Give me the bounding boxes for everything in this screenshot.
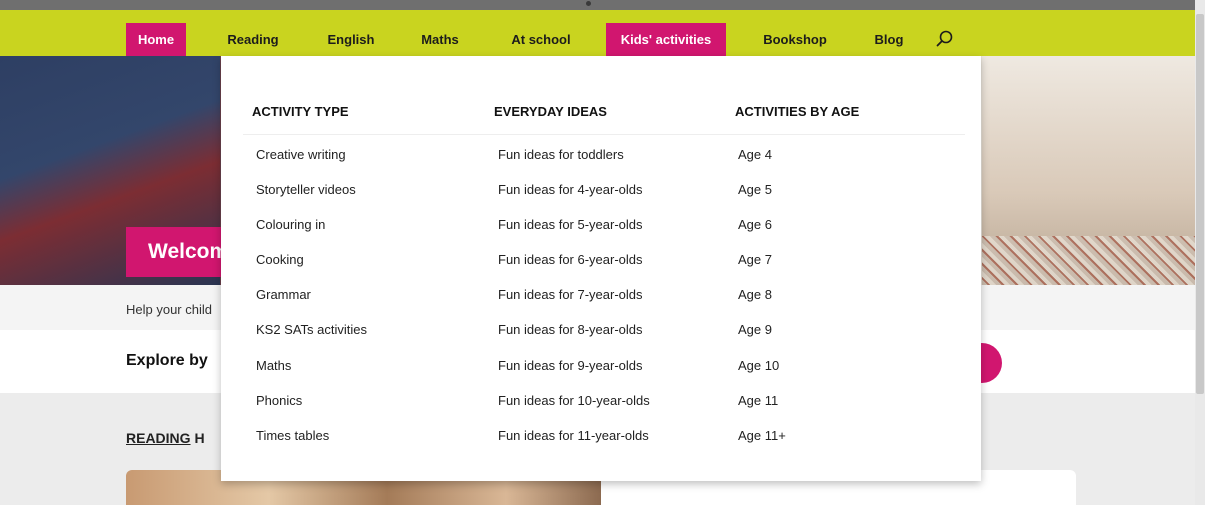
section-heading: READING H bbox=[126, 430, 205, 446]
menu-item-age-11[interactable]: Age 11 bbox=[738, 393, 778, 408]
col-heading-activities-by-age: ACTIVITIES BY AGE bbox=[735, 104, 860, 119]
page-scrollbar[interactable] bbox=[1195, 0, 1205, 505]
nav-bookshop[interactable]: Bookshop bbox=[752, 23, 838, 56]
menu-item-storyteller-videos[interactable]: Storyteller videos bbox=[256, 182, 356, 197]
menu-item-ideas-toddlers[interactable]: Fun ideas for toddlers bbox=[498, 147, 624, 162]
menu-item-age-4[interactable]: Age 4 bbox=[738, 147, 772, 162]
welcome-banner: Welcome bbox=[126, 227, 236, 277]
menu-item-ideas-6[interactable]: Fun ideas for 6-year-olds bbox=[498, 252, 643, 267]
search-icon[interactable] bbox=[936, 30, 954, 48]
menu-divider bbox=[243, 134, 965, 135]
menu-item-colouring-in[interactable]: Colouring in bbox=[256, 217, 325, 232]
nav-english[interactable]: English bbox=[314, 23, 388, 56]
section-heading-rest: H bbox=[190, 430, 205, 446]
menu-item-ideas-10[interactable]: Fun ideas for 10-year-olds bbox=[498, 393, 650, 408]
menu-item-creative-writing[interactable]: Creative writing bbox=[256, 147, 346, 162]
menu-item-age-11-plus[interactable]: Age 11+ bbox=[738, 428, 786, 443]
menu-item-ideas-4[interactable]: Fun ideas for 4-year-olds bbox=[498, 182, 643, 197]
cursor-dot bbox=[586, 1, 591, 6]
nav-at-school[interactable]: At school bbox=[495, 23, 587, 56]
menu-item-age-6[interactable]: Age 6 bbox=[738, 217, 772, 232]
menu-item-maths[interactable]: Maths bbox=[256, 358, 291, 373]
col-heading-everyday-ideas: EVERYDAY IDEAS bbox=[494, 104, 607, 119]
nav-reading[interactable]: Reading bbox=[214, 23, 292, 56]
explore-heading: Explore by bbox=[126, 352, 208, 369]
menu-item-age-10[interactable]: Age 10 bbox=[738, 358, 779, 373]
nav-kids-activities[interactable]: Kids' activities bbox=[606, 23, 726, 56]
hero-image-pattern bbox=[982, 236, 1195, 285]
main-nav: Home Reading English Maths At school Kid… bbox=[0, 10, 1195, 56]
menu-item-ideas-8[interactable]: Fun ideas for 8-year-olds bbox=[498, 322, 643, 337]
section-link-reading[interactable]: READING bbox=[126, 430, 191, 446]
nav-blog[interactable]: Blog bbox=[862, 23, 916, 56]
browser-top-strip bbox=[0, 0, 1195, 10]
nav-maths[interactable]: Maths bbox=[408, 23, 472, 56]
menu-item-grammar[interactable]: Grammar bbox=[256, 287, 311, 302]
scrollbar-thumb[interactable] bbox=[1196, 14, 1204, 394]
kids-activities-mega-menu: ACTIVITY TYPE EVERYDAY IDEAS ACTIVITIES … bbox=[221, 56, 981, 481]
col-heading-activity-type: ACTIVITY TYPE bbox=[252, 104, 349, 119]
intro-text: Help your child bbox=[126, 302, 212, 317]
menu-item-ideas-5[interactable]: Fun ideas for 5-year-olds bbox=[498, 217, 643, 232]
menu-item-cooking[interactable]: Cooking bbox=[256, 252, 304, 267]
menu-item-ideas-7[interactable]: Fun ideas for 7-year-olds bbox=[498, 287, 643, 302]
menu-item-age-8[interactable]: Age 8 bbox=[738, 287, 772, 302]
menu-item-age-5[interactable]: Age 5 bbox=[738, 182, 772, 197]
menu-item-ks2-sats[interactable]: KS2 SATs activities bbox=[256, 322, 367, 337]
menu-item-age-9[interactable]: Age 9 bbox=[738, 322, 772, 337]
menu-item-times-tables[interactable]: Times tables bbox=[256, 428, 329, 443]
menu-item-phonics[interactable]: Phonics bbox=[256, 393, 302, 408]
nav-home[interactable]: Home bbox=[126, 23, 186, 56]
menu-item-ideas-11[interactable]: Fun ideas for 11-year-olds bbox=[498, 428, 649, 443]
menu-item-age-7[interactable]: Age 7 bbox=[738, 252, 772, 267]
menu-item-ideas-9[interactable]: Fun ideas for 9-year-olds bbox=[498, 358, 643, 373]
